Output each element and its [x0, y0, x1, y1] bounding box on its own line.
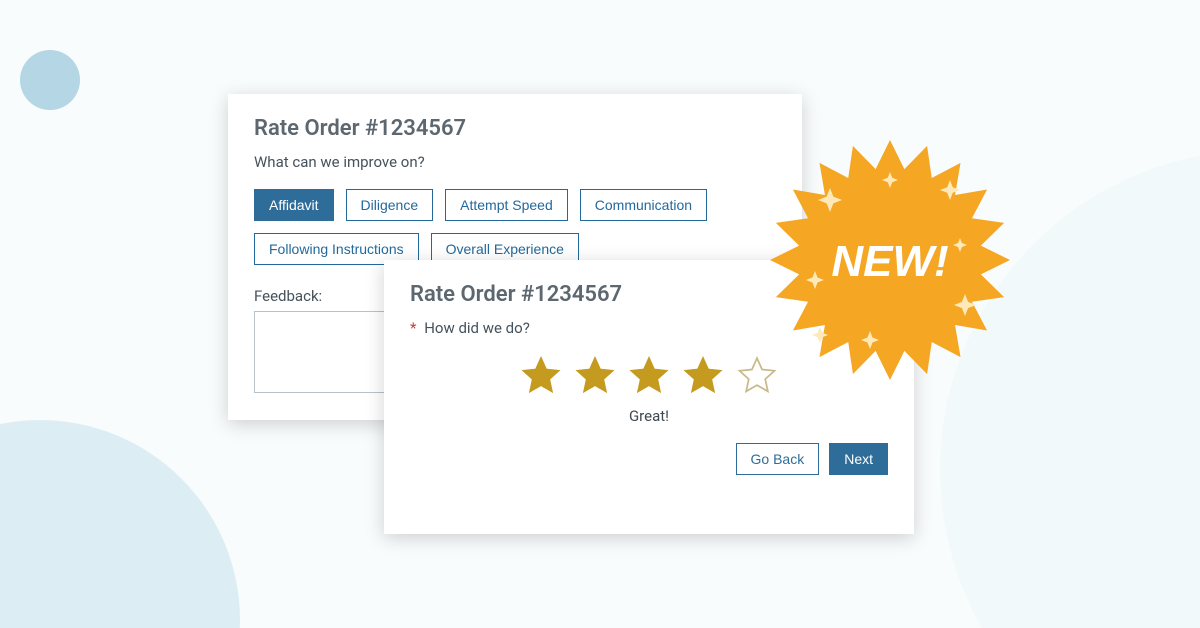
sparkle-icon	[940, 180, 960, 200]
rating-text: Great!	[410, 407, 888, 425]
background-circle-large	[940, 150, 1200, 628]
star-1-filled[interactable]	[520, 355, 562, 397]
background-circle-small	[20, 50, 80, 110]
star-3-filled[interactable]	[628, 355, 670, 397]
feedback-textarea[interactable]	[254, 311, 396, 393]
chip-diligence[interactable]: Diligence	[346, 189, 434, 221]
star-2-filled[interactable]	[574, 355, 616, 397]
improve-chip-row: Affidavit Diligence Attempt Speed Communica…	[254, 189, 776, 265]
chip-attempt-speed[interactable]: Attempt Speed	[445, 189, 568, 221]
rating-question-text: How did we do?	[424, 319, 530, 337]
rating-card: Rate Order #1234567 * How did we do? Gre…	[384, 260, 914, 534]
next-button[interactable]: Next	[829, 443, 888, 475]
background-circle-medium	[0, 420, 240, 628]
required-asterisk: *	[410, 319, 416, 337]
star-4-filled[interactable]	[682, 355, 724, 397]
improve-card-title: Rate Order #1234567	[254, 116, 776, 141]
rating-card-title: Rate Order #1234567	[410, 282, 888, 307]
rating-card-question: * How did we do?	[410, 319, 888, 337]
rating-button-row: Go Back Next	[410, 443, 888, 475]
sparkle-icon	[818, 188, 842, 212]
sparkle-icon	[954, 294, 976, 316]
sparkle-icon	[882, 172, 898, 188]
star-row	[410, 355, 888, 397]
sparkle-icon	[953, 238, 967, 252]
chip-communication[interactable]: Communication	[580, 189, 707, 221]
chip-affidavit[interactable]: Affidavit	[254, 189, 334, 221]
improve-card-subtitle: What can we improve on?	[254, 153, 776, 171]
go-back-button[interactable]: Go Back	[736, 443, 820, 475]
star-5-empty[interactable]	[736, 355, 778, 397]
